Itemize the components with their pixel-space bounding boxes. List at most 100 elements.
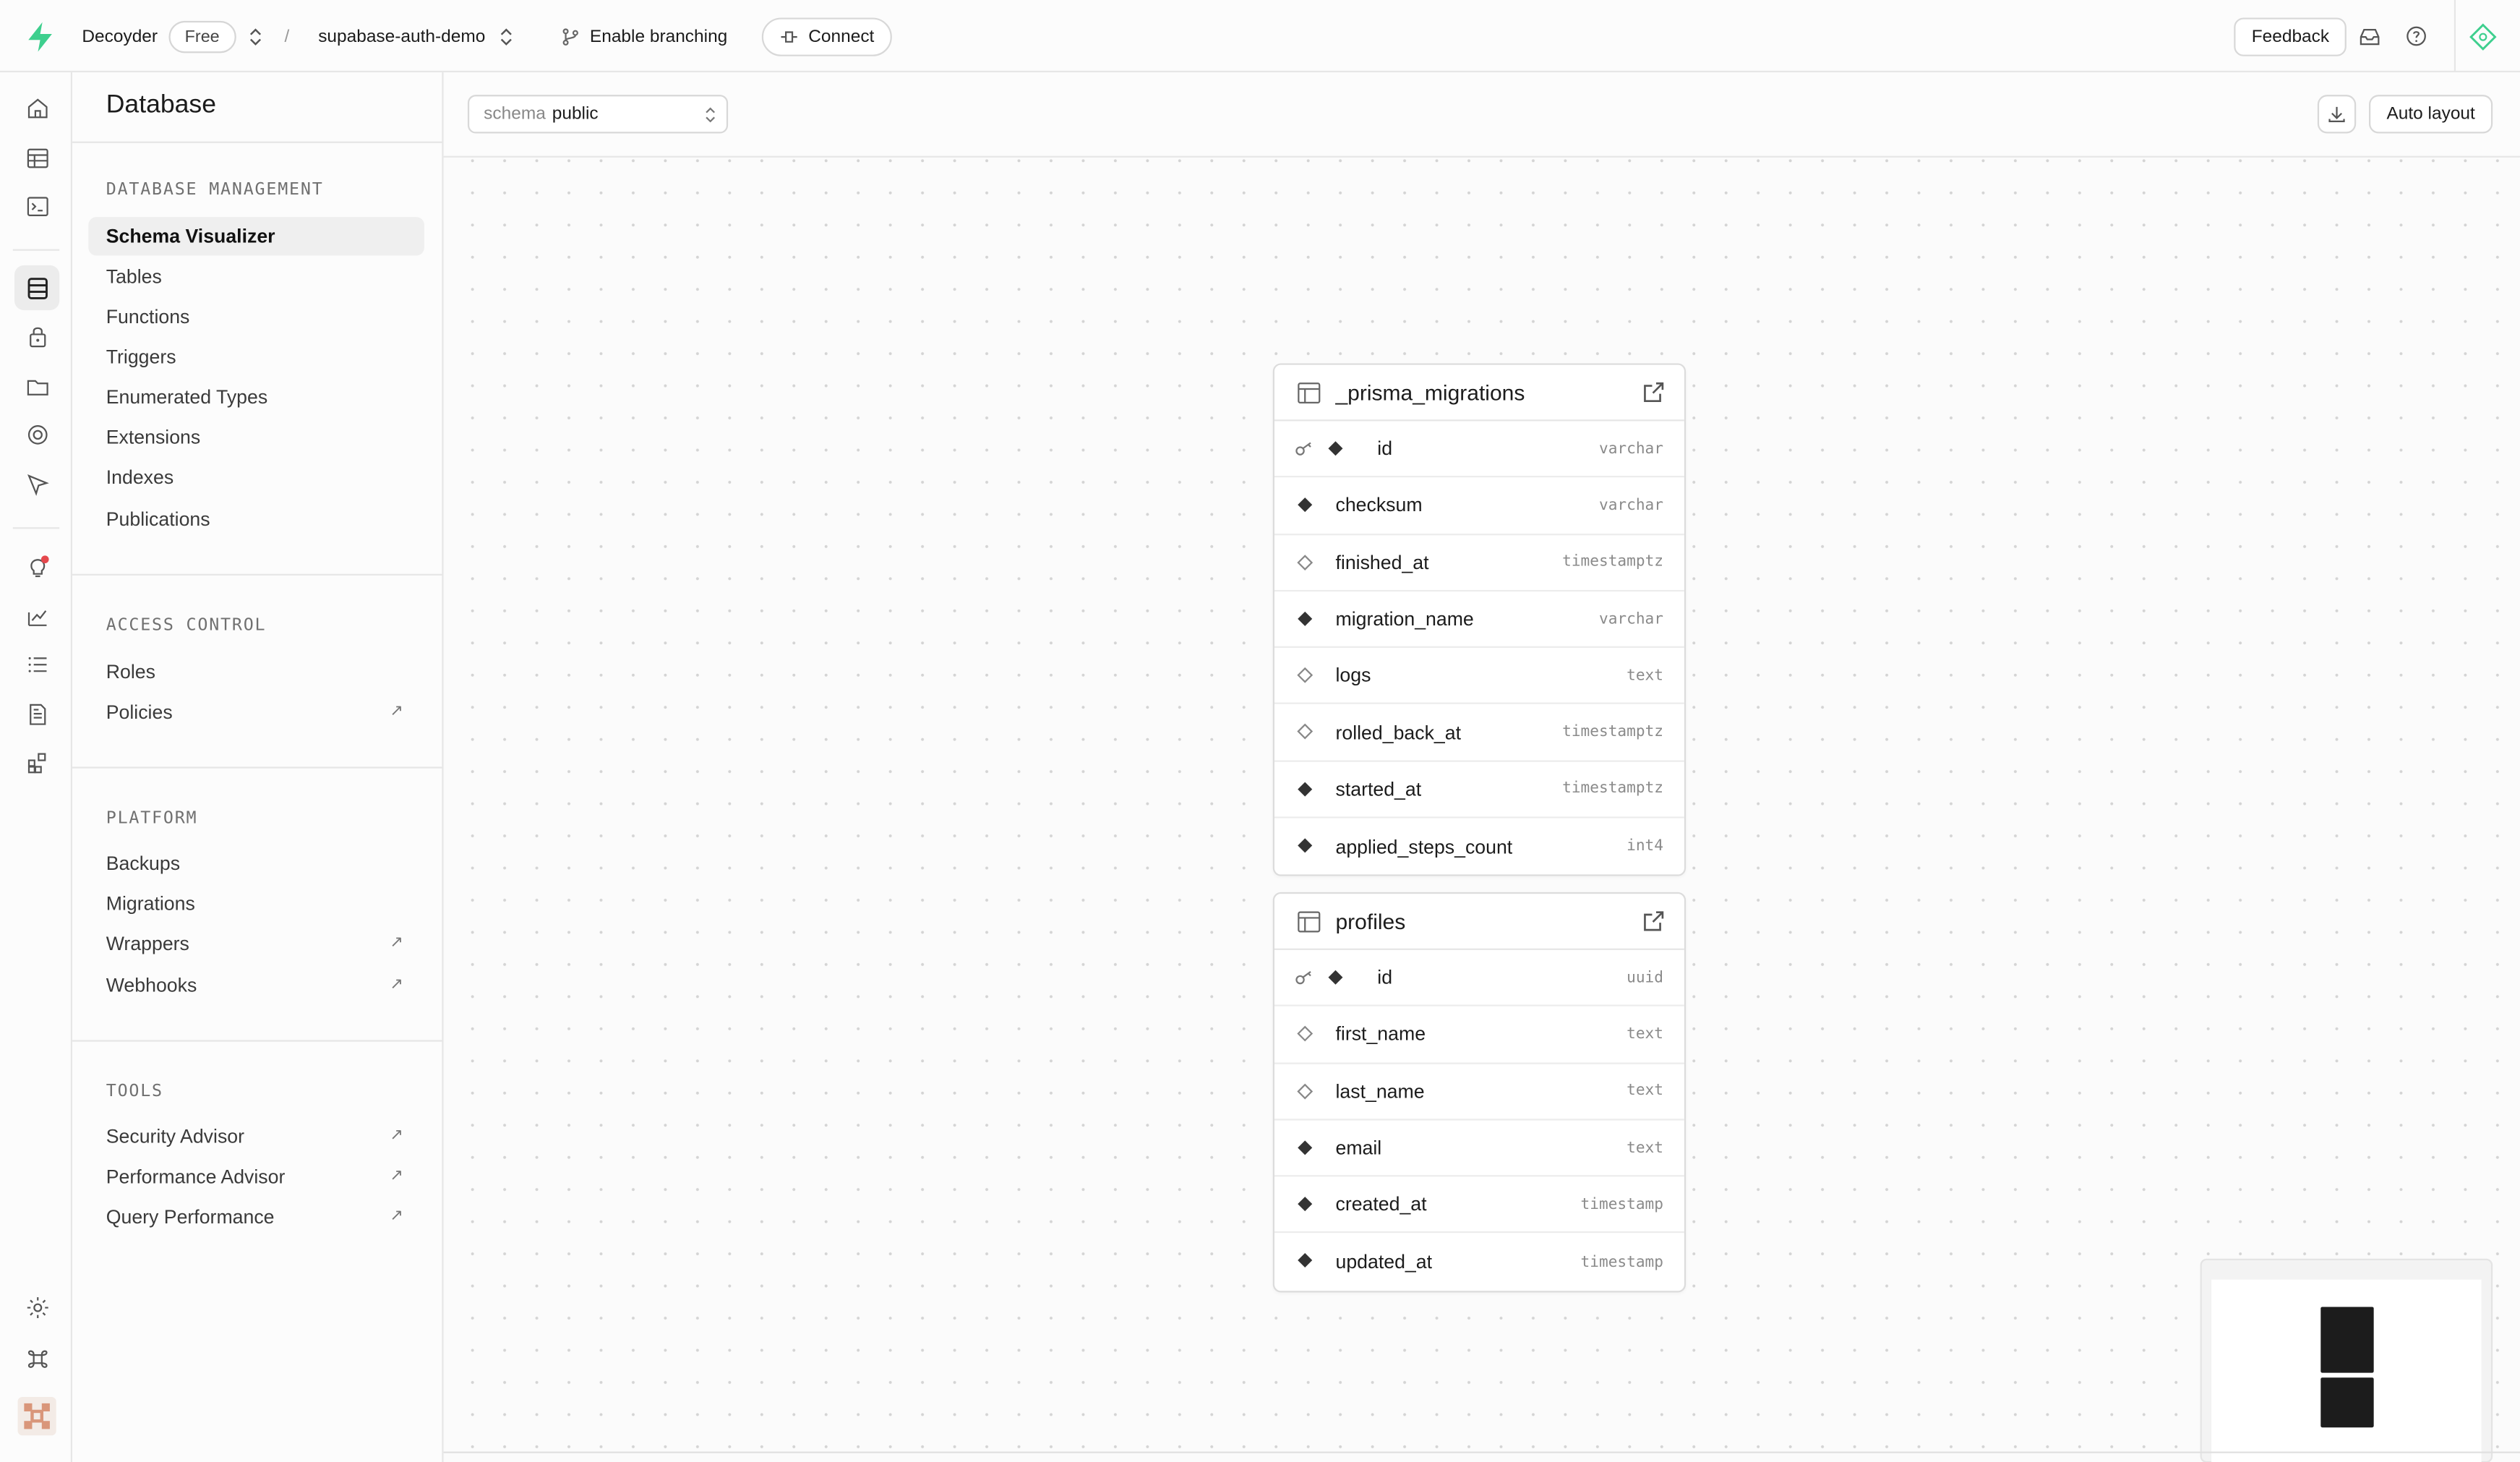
open-table-external-icon[interactable]	[1642, 381, 1665, 403]
database-sidebar: Database DATABASE MANAGEMENT Schema Visu…	[72, 72, 444, 1462]
external-link-arrow-icon: ↗	[390, 1127, 404, 1145]
nullable-diamond-icon	[1297, 724, 1313, 740]
connect-button[interactable]: Connect	[761, 17, 892, 56]
feedback-button[interactable]: Feedback	[2234, 17, 2347, 56]
column-type: timestamptz	[1562, 553, 1664, 571]
help-icon[interactable]	[2406, 0, 2427, 72]
sidebar-item-roles[interactable]: Roles	[88, 653, 424, 691]
schema-canvas[interactable]: _prisma_migrations id varchar checksum v…	[443, 157, 2520, 1462]
column-type: timestamptz	[1562, 780, 1664, 798]
open-table-external-icon[interactable]	[1642, 910, 1665, 932]
column-type: text	[1627, 1082, 1664, 1100]
table-row: first_name text	[1274, 1006, 1684, 1064]
advisors-icon[interactable]	[14, 543, 59, 588]
table-row: finished_at timestamptz	[1274, 534, 1684, 591]
authentication-icon[interactable]	[14, 314, 59, 359]
table-row: started_at timestamptz	[1274, 761, 1684, 818]
table-row: created_at timestamp	[1274, 1177, 1684, 1234]
home-icon[interactable]	[14, 85, 59, 130]
logs-icon[interactable]	[14, 641, 59, 686]
table-card-prisma-migrations[interactable]: _prisma_migrations id varchar checksum v…	[1272, 363, 1687, 877]
table-card-profiles[interactable]: profiles id uuid first_name text last_na…	[1272, 892, 1687, 1292]
section-title-tools: TOOLS	[106, 1082, 163, 1101]
sidebar-item-label: Migrations	[106, 892, 195, 915]
table-name: profiles	[1335, 909, 1406, 933]
sidebar-item-functions[interactable]: Functions	[88, 297, 424, 335]
column-type: uuid	[1627, 968, 1664, 987]
breadcrumb-separator: /	[284, 26, 290, 46]
sidebar-item-security-advisor[interactable]: Security Advisor ↗	[88, 1117, 424, 1155]
table-card-header: profiles	[1274, 894, 1684, 950]
connect-label: Connect	[808, 26, 875, 46]
sidebar-item-backups[interactable]: Backups	[88, 844, 424, 882]
sidebar-item-migrations[interactable]: Migrations	[88, 884, 424, 923]
schema-toolbar: schema public Auto layout	[443, 72, 2520, 158]
sidebar-item-label: Policies	[106, 701, 173, 724]
primary-key-icon	[1295, 442, 1311, 456]
api-docs-icon[interactable]	[14, 691, 59, 736]
sidebar-item-indexes[interactable]: Indexes	[88, 458, 424, 497]
realtime-icon[interactable]	[14, 411, 59, 456]
schema-selector[interactable]: schema public	[467, 95, 729, 134]
main-panel: schema public Auto layout _prisma_migrat…	[443, 72, 2520, 1462]
sidebar-item-triggers[interactable]: Triggers	[88, 338, 424, 376]
column-type: varchar	[1598, 440, 1664, 458]
sidebar-item-performance-advisor[interactable]: Performance Advisor ↗	[88, 1158, 424, 1196]
project-name[interactable]: supabase-auth-demo	[318, 0, 485, 72]
org-name[interactable]: Decoyder	[82, 0, 158, 72]
column-name: id	[1377, 437, 1393, 461]
reports-icon[interactable]	[14, 593, 59, 638]
nullable-diamond-icon	[1297, 1082, 1313, 1099]
org-switcher-chevron-icon[interactable]	[247, 0, 263, 72]
sidebar-item-schema-visualizer[interactable]: Schema Visualizer	[88, 217, 424, 256]
auto-layout-button[interactable]: Auto layout	[2368, 95, 2493, 134]
sidebar-item-webhooks[interactable]: Webhooks ↗	[88, 966, 424, 1004]
column-name: migration_name	[1335, 607, 1474, 630]
not-null-diamond-icon	[1298, 1140, 1313, 1155]
sidebar-item-label: Wrappers	[106, 932, 189, 955]
download-icon	[2328, 106, 2345, 122]
table-row: logs text	[1274, 648, 1684, 705]
table-row: id varchar	[1274, 421, 1684, 478]
user-avatar[interactable]	[14, 1394, 59, 1439]
table-row: rolled_back_at timestamptz	[1274, 705, 1684, 762]
sidebar-item-label: Query Performance	[106, 1205, 275, 1228]
command-menu-icon[interactable]	[14, 1335, 59, 1380]
sidebar-item-tables[interactable]: Tables	[88, 257, 424, 296]
download-button[interactable]	[2317, 95, 2357, 134]
enable-branching-button[interactable]: Enable branching	[561, 0, 727, 72]
minimap-viewport	[2211, 1279, 2482, 1462]
column-type: text	[1627, 1025, 1664, 1043]
table-row: id uuid	[1274, 950, 1684, 1007]
edge-functions-icon[interactable]	[14, 461, 59, 506]
nullable-diamond-icon	[1297, 554, 1313, 570]
sidebar-item-extensions[interactable]: Extensions	[88, 418, 424, 456]
column-type: varchar	[1598, 610, 1664, 628]
sidebar-item-policies[interactable]: Policies ↗	[88, 693, 424, 731]
table-editor-icon[interactable]	[14, 135, 59, 180]
table-icon	[1298, 910, 1321, 932]
sidebar-item-query-performance[interactable]: Query Performance ↗	[88, 1197, 424, 1236]
sidebar-item-label: Webhooks	[106, 974, 197, 997]
sidebar-item-wrappers[interactable]: Wrappers ↗	[88, 924, 424, 962]
inbox-icon[interactable]	[2360, 0, 2380, 72]
sidebar-item-publications[interactable]: Publications	[88, 500, 424, 538]
settings-gear-icon[interactable]	[14, 1284, 59, 1329]
external-link-arrow-icon: ↗	[390, 975, 404, 993]
supabase-logo-icon[interactable]	[22, 20, 58, 55]
minimap[interactable]	[2200, 1258, 2493, 1462]
table-row: updated_at timestamp	[1274, 1234, 1684, 1290]
not-null-diamond-icon	[1298, 611, 1313, 626]
sidebar-item-enumerated-types[interactable]: Enumerated Types	[88, 377, 424, 416]
storage-icon[interactable]	[14, 363, 59, 408]
schema-prefix: schema	[484, 104, 546, 124]
not-null-diamond-icon	[1298, 1197, 1313, 1212]
integrations-icon[interactable]	[14, 740, 59, 785]
sql-editor-icon[interactable]	[14, 183, 59, 228]
column-name: rolled_back_at	[1335, 721, 1462, 744]
assistant-icon[interactable]	[2469, 0, 2498, 72]
database-icon[interactable]	[14, 265, 60, 311]
external-link-arrow-icon: ↗	[390, 702, 404, 720]
column-type: varchar	[1598, 496, 1664, 515]
project-switcher-chevron-icon[interactable]	[498, 0, 514, 72]
